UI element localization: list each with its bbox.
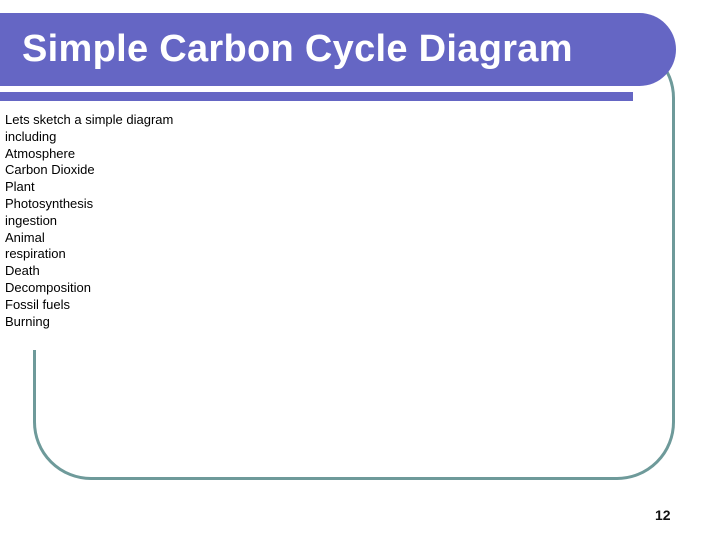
body-line: Carbon Dioxide — [5, 162, 95, 178]
body-line: Fossil fuels — [5, 296, 71, 312]
page-number: 12 — [655, 507, 671, 523]
body-line: Death — [5, 263, 40, 279]
body-line: Decomposition — [5, 279, 91, 295]
body-line: including — [5, 128, 57, 144]
title-underbar — [0, 92, 633, 101]
body-line: Plant — [5, 179, 35, 195]
body-line: Lets sketch a simple diagram — [5, 112, 174, 127]
body-line: Photosynthesis — [5, 195, 94, 211]
slide-body-list: Lets sketch a simple diagram including A… — [5, 112, 425, 330]
body-line: Animal — [5, 229, 45, 245]
body-line: respiration — [5, 246, 66, 262]
body-line: ingestion — [5, 212, 58, 228]
body-line: Atmosphere — [5, 145, 76, 161]
body-line: Burning — [5, 313, 50, 329]
slide-title: Simple Carbon Cycle Diagram — [22, 28, 573, 70]
slide-canvas: Simple Carbon Cycle Diagram Lets sketch … — [0, 0, 720, 540]
